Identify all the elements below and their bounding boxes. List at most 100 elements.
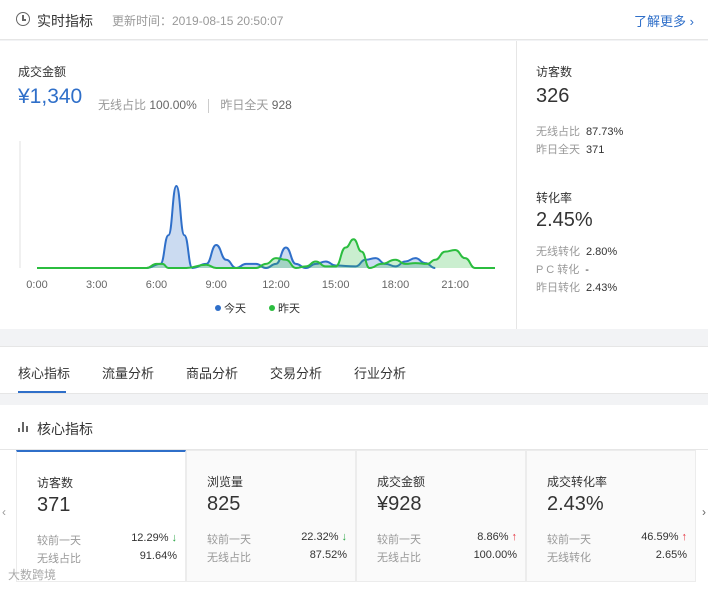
wireless-label: 无线占比 [98,98,147,112]
yesterday-label: 昨日全天 [220,98,269,112]
conversion-row: 无线转化 2.80% [536,243,617,259]
legend-marker [269,305,275,311]
metric-card-visitors[interactable]: 访客数 371 较前一天 12.29% ↓ 无线占比 91.64% [16,450,186,582]
metric-cards: 访客数 371 较前一天 12.29% ↓ 无线占比 91.64% 浏览量 825… [16,450,696,582]
divider [208,98,210,113]
card-row-wireless: 无线占比 91.64% [37,550,177,566]
core-metrics-panel: 核心指标 ‹ 访客数 371 较前一天 12.29% ↓ 无线占比 91.64% … [0,405,708,590]
visitors-value: 326 [536,85,570,107]
visitors-label: 访客数 [536,65,573,79]
conversion-row: P C 转化 - [536,261,589,277]
card-row-label: 较前一天 [377,534,421,546]
sales-label: 成交金额 [18,65,67,79]
card-row-value: 12.29% ↓ [131,532,177,544]
realtime-panel: 成交金额 ¥1,340 无线占比 100.00% 昨日全天 928 0:00 3:… [0,41,708,329]
change-value: 22.32% [301,531,339,543]
card-row-value: 8.86% ↑ [477,531,517,543]
series-line-0 [36,184,436,270]
scroll-left-arrow[interactable]: ‹ [2,505,6,519]
card-row-value: 100.00% [473,549,517,561]
tab-core-metrics[interactable]: 核心指标 [18,363,70,382]
header-title: 实时指标 [37,13,93,29]
conversion-row-label: 昨日转化 [536,282,580,294]
x-tick-label: 12:00 [262,279,290,291]
x-tick-label: 9:00 [206,279,227,291]
conversion-row-label: P C 转化 [536,264,580,276]
card-row-label: 无线转化 [547,552,591,564]
bar-chart-icon [18,422,30,432]
card-row-label: 较前一天 [207,534,251,546]
card-row-value: 22.32% ↓ [301,531,347,543]
x-tick-label: 21:00 [441,279,469,291]
arrow-down-icon: ↓ [171,532,178,544]
active-tab-indicator [18,391,66,393]
realtime-chart: 0:00 3:00 6:00 9:00 12:00 15:00 18:00 21:00 今天 昨天 [19,141,495,315]
card-row-change: 较前一天 12.29% ↓ [37,532,177,548]
metric-card-pageviews[interactable]: 浏览量 825 较前一天 22.32% ↓ 无线占比 87.52% [186,450,356,582]
scroll-right-arrow[interactable]: › [702,505,706,519]
visitors-row-label: 无线占比 [536,126,580,138]
arrow-up-icon: ↑ [681,531,688,543]
series-area-0 [37,186,436,268]
visitors-row-value: 87.73% [586,126,624,138]
legend-marker [215,305,221,311]
x-tick-label: 15:00 [322,279,350,291]
card-label: 浏览量 [207,475,244,489]
metrics-panel: 访客数 326 无线占比 87.73% 昨日全天 371 转化率 2.45% 无线转… [518,41,708,329]
card-row-label: 较前一天 [547,534,591,546]
card-row-value: 46.59% ↑ [641,531,687,543]
card-row-change: 较前一天 8.86% ↑ [377,531,517,547]
yesterday-value: 928 [271,98,292,112]
card-row-value: 2.65% [655,549,687,561]
update-time: 更新时间：2019-08-15 20:50:07 [112,14,284,28]
sales-value: ¥1,340 [18,85,83,108]
x-tick-label: 0:00 [26,279,47,291]
visitors-row-label: 昨日全天 [536,144,580,156]
card-label: 成交金额 [377,475,426,489]
tab-product-analysis[interactable]: 商品分析 [186,363,238,382]
arrow-down-icon: ↓ [341,531,348,543]
card-row-label: 无线占比 [377,552,421,564]
card-label: 访客数 [37,476,74,490]
card-value: 371 [37,494,71,516]
card-row-change: 较前一天 22.32% ↓ [207,531,347,547]
card-row-value: 87.52% [309,549,347,561]
legend-label: 今天 [224,301,246,315]
x-tick-label: 3:00 [86,279,107,291]
visitors-row-value: 371 [586,144,605,156]
card-row-value: 91.64% [139,550,177,562]
learn-more-link[interactable]: 了解更多 › [634,11,694,30]
wireless-value: 100.00% [149,98,197,112]
tab-traffic-analysis[interactable]: 流量分析 [102,363,154,382]
change-value: 12.29% [131,532,169,544]
conversion-value: 2.45% [536,209,593,231]
legend-label: 昨天 [278,302,300,315]
x-tick-label: 18:00 [382,279,410,291]
arrow-up-icon: ↑ [511,531,518,543]
visitors-row: 昨日全天 371 [536,141,604,157]
metric-card-conversion[interactable]: 成交转化率 2.43% 较前一天 46.59% ↑ 无线转化 2.65% [526,450,696,582]
card-row-change: 较前一天 46.59% ↑ [547,531,687,547]
analysis-tabs: 核心指标 流量分析 商品分析 交易分析 行业分析 [0,346,708,394]
core-metrics-title: 核心指标 [37,421,93,437]
metric-card-sales[interactable]: 成交金额 ¥928 较前一天 8.86% ↑ 无线占比 100.00% [356,450,526,582]
tab-trade-analysis[interactable]: 交易分析 [270,363,322,382]
x-tick-label: 6:00 [146,279,167,291]
card-row-label: 无线占比 [207,552,251,564]
clock-icon [16,12,30,26]
visitors-row: 无线占比 87.73% [536,123,623,139]
sales-meta: 无线占比 100.00% 昨日全天 928 [98,96,292,113]
change-value: 8.86% [477,531,509,543]
card-row-wireless: 无线占比 87.52% [207,549,347,565]
conversion-row-label: 无线转化 [536,246,580,258]
conversion-row: 昨日转化 2.43% [536,279,617,295]
conversion-row-value: 2.43% [586,282,618,294]
card-row-wireless: 无线转化 2.65% [547,549,687,565]
card-value: 2.43% [547,493,604,515]
card-label: 成交转化率 [547,475,608,489]
sales-panel: 成交金额 ¥1,340 无线占比 100.00% 昨日全天 928 0:00 3:… [0,41,517,329]
tab-industry-analysis[interactable]: 行业分析 [354,363,406,382]
conversion-label: 转化率 [536,191,573,205]
watermark-text: 大数跨境 [8,568,57,582]
card-value: 825 [207,493,241,515]
